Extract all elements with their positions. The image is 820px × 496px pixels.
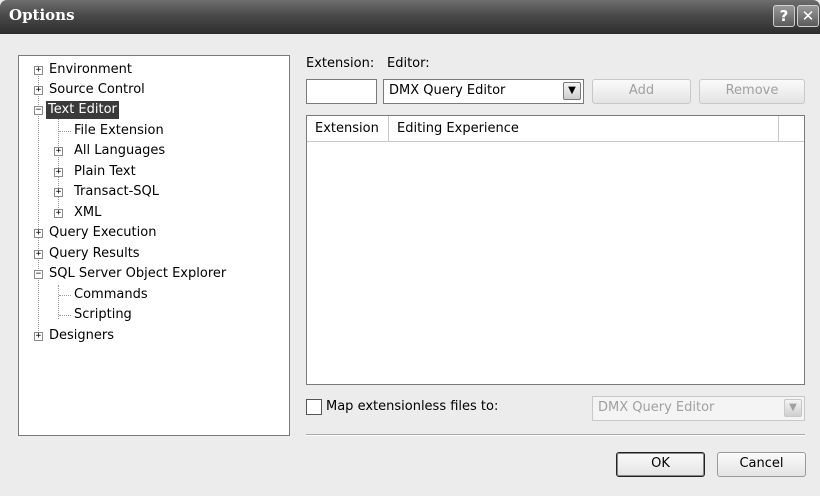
tree-item-text-editor[interactable]: − Text Editor bbox=[19, 101, 289, 119]
expand-icon[interactable]: + bbox=[34, 332, 43, 341]
tree-item-label: File Extension bbox=[74, 123, 164, 138]
tree-item-label: Query Results bbox=[49, 246, 140, 261]
close-button[interactable]: ✕ bbox=[797, 5, 819, 27]
tree-item-scripting[interactable]: Scripting bbox=[19, 306, 289, 324]
expand-icon[interactable]: + bbox=[54, 209, 63, 218]
help-icon: ? bbox=[779, 7, 789, 25]
options-tree[interactable]: + Environment + Source Control − Text Ed… bbox=[18, 55, 290, 436]
separator bbox=[306, 434, 805, 436]
editor-select-value: DMX Query Editor bbox=[389, 83, 506, 98]
tree-item-label: XML bbox=[74, 205, 102, 220]
title-bar: Options ? ✕ bbox=[0, 0, 820, 34]
tree-item-environment[interactable]: + Environment bbox=[19, 61, 289, 79]
tree-item-query-execution[interactable]: + Query Execution bbox=[19, 224, 289, 242]
editor-label: Editor: bbox=[387, 56, 430, 71]
map-editor-select-value: DMX Query Editor bbox=[598, 400, 715, 415]
tree-item-commands[interactable]: Commands bbox=[19, 286, 289, 304]
close-icon: ✕ bbox=[801, 7, 815, 25]
remove-button[interactable]: Remove bbox=[699, 79, 805, 104]
expand-icon[interactable]: + bbox=[54, 188, 63, 197]
tree-item-label: Plain Text bbox=[74, 164, 136, 179]
tree-item-label: Scripting bbox=[74, 307, 132, 322]
expand-icon[interactable]: + bbox=[34, 66, 43, 75]
window-title: Options bbox=[9, 6, 75, 24]
tree-item-label: Text Editor bbox=[46, 101, 119, 119]
tree-line bbox=[59, 315, 71, 316]
tree-line bbox=[59, 295, 71, 296]
column-header-extension[interactable]: Extension bbox=[307, 116, 389, 142]
expand-icon[interactable]: + bbox=[54, 168, 63, 177]
tree-item-label: Source Control bbox=[49, 82, 145, 97]
column-header-editing-experience[interactable]: Editing Experience bbox=[389, 116, 779, 142]
tree-item-source-control[interactable]: + Source Control bbox=[19, 81, 289, 99]
extension-list[interactable]: Extension Editing Experience bbox=[306, 115, 805, 385]
tree-item-designers[interactable]: + Designers bbox=[19, 327, 289, 345]
help-button[interactable]: ? bbox=[773, 5, 795, 27]
extension-label: Extension: bbox=[306, 56, 375, 71]
tree-item-file-extension[interactable]: File Extension bbox=[19, 122, 289, 140]
ok-button[interactable]: OK bbox=[616, 452, 705, 477]
tree-item-sql-server-object-explorer[interactable]: − SQL Server Object Explorer bbox=[19, 265, 289, 283]
map-editor-select[interactable]: DMX Query Editor ▼ bbox=[592, 396, 805, 421]
tree-item-plain-text[interactable]: + Plain Text bbox=[19, 163, 289, 181]
extension-input[interactable] bbox=[306, 79, 377, 104]
tree-item-label: Query Execution bbox=[49, 225, 157, 240]
tree-item-all-languages[interactable]: + All Languages bbox=[19, 142, 289, 160]
expand-icon[interactable]: + bbox=[34, 86, 43, 95]
map-extensionless-label: Map extensionless files to: bbox=[326, 399, 499, 414]
tree-item-label: Transact-SQL bbox=[74, 184, 159, 199]
tree-item-query-results[interactable]: + Query Results bbox=[19, 245, 289, 263]
collapse-icon[interactable]: − bbox=[34, 270, 43, 279]
collapse-icon[interactable]: − bbox=[34, 106, 43, 115]
tree-item-label: All Languages bbox=[74, 143, 166, 158]
cancel-button[interactable]: Cancel bbox=[717, 452, 806, 477]
chevron-down-icon[interactable]: ▼ bbox=[563, 82, 581, 100]
options-dialog: Options ? ✕ + Environment + Source Contr… bbox=[0, 0, 820, 496]
tree-item-transact-sql[interactable]: + Transact-SQL bbox=[19, 183, 289, 201]
chevron-down-icon[interactable]: ▼ bbox=[784, 399, 802, 417]
expand-icon[interactable]: + bbox=[34, 229, 43, 238]
tree-item-label: Designers bbox=[49, 328, 114, 343]
column-header-filler bbox=[779, 116, 804, 142]
tree-item-label: Commands bbox=[74, 287, 148, 302]
tree-item-label: Environment bbox=[49, 62, 133, 77]
tree-line bbox=[59, 131, 71, 132]
editor-select[interactable]: DMX Query Editor ▼ bbox=[383, 79, 584, 104]
map-extensionless-checkbox[interactable] bbox=[306, 399, 322, 415]
add-button[interactable]: Add bbox=[592, 79, 691, 104]
tree-item-xml[interactable]: + XML bbox=[19, 204, 289, 222]
expand-icon[interactable]: + bbox=[34, 250, 43, 259]
expand-icon[interactable]: + bbox=[54, 147, 63, 156]
tree-item-label: SQL Server Object Explorer bbox=[49, 266, 227, 281]
